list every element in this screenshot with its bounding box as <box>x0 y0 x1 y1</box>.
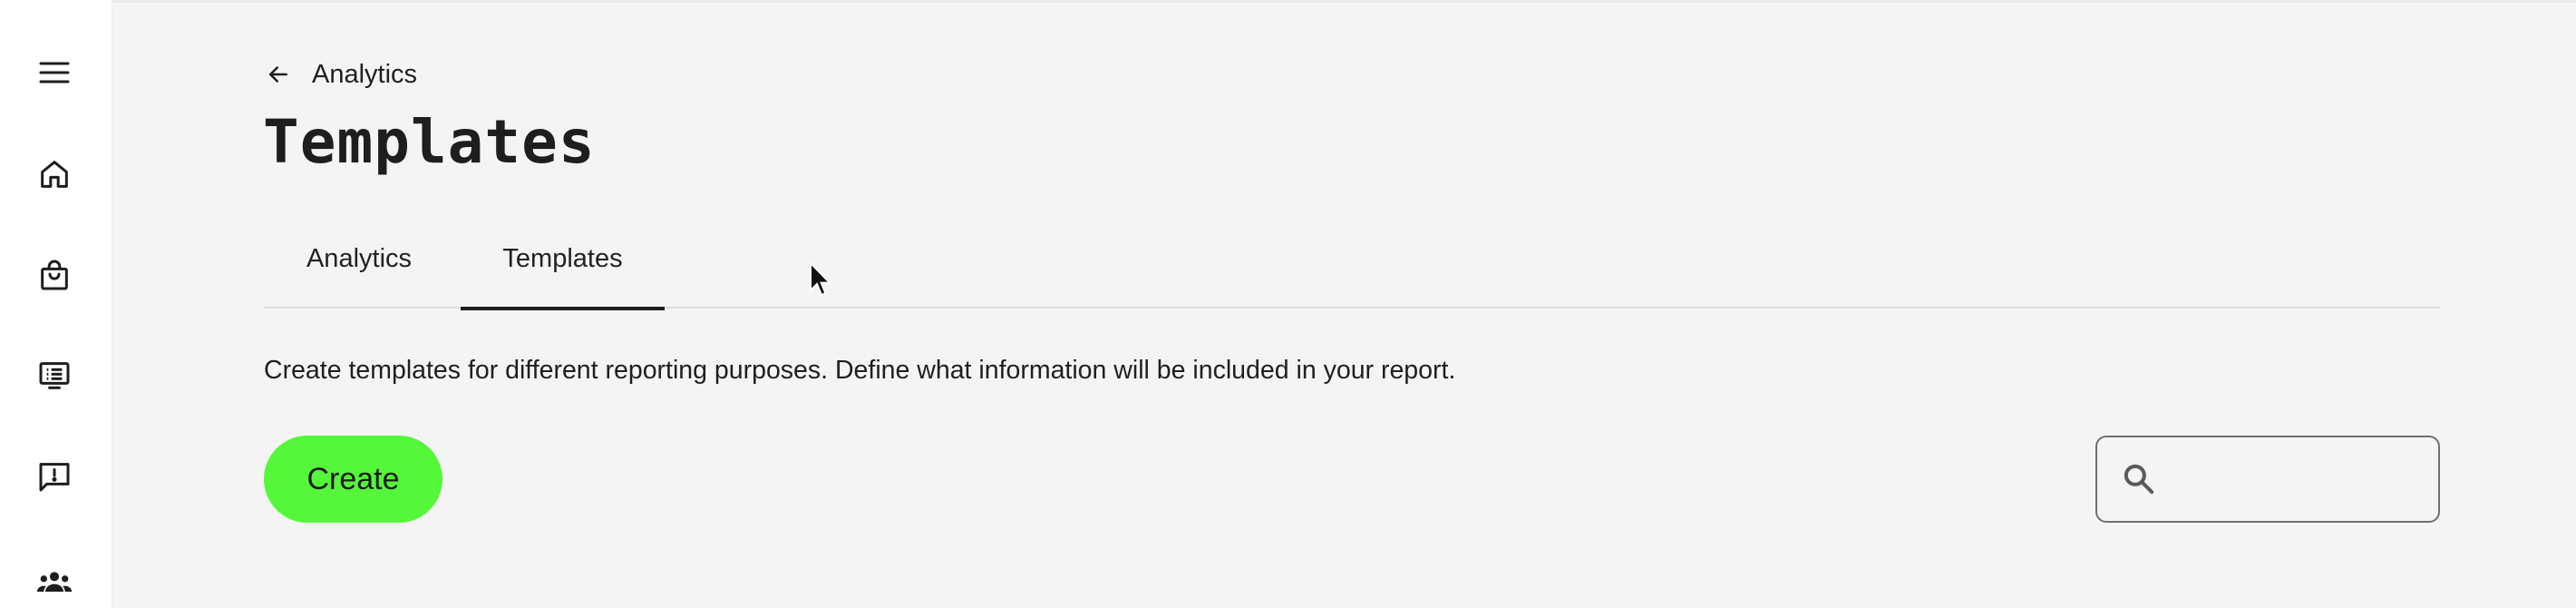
main-content: Analytics Templates Analytics Templates … <box>112 0 2576 608</box>
tab-analytics[interactable]: Analytics <box>264 234 454 309</box>
page-description: Create templates for different reporting… <box>264 356 1456 385</box>
page-title: Templates <box>263 107 596 177</box>
feedback-alert-icon[interactable] <box>34 456 74 496</box>
sidebar <box>0 0 112 608</box>
home-icon[interactable] <box>34 154 74 194</box>
mouse-cursor-icon <box>810 261 832 297</box>
tab-templates[interactable]: Templates <box>461 234 665 310</box>
breadcrumb[interactable]: Analytics <box>265 56 417 93</box>
app-window: Analytics Templates Analytics Templates … <box>0 0 2576 608</box>
breadcrumb-label: Analytics <box>312 59 418 89</box>
shopping-bag-icon[interactable] <box>34 255 74 295</box>
menu-icon[interactable] <box>34 53 74 93</box>
tab-templates-label: Templates <box>502 243 623 273</box>
create-button[interactable]: Create <box>264 436 442 523</box>
tab-bar: Analytics Templates <box>264 234 2440 310</box>
tab-analytics-label: Analytics <box>306 243 413 273</box>
list-document-icon[interactable] <box>34 356 74 396</box>
arrow-left-icon <box>269 66 287 83</box>
search-box[interactable] <box>2095 436 2493 523</box>
users-group-icon[interactable] <box>34 563 74 603</box>
search-input[interactable] <box>2166 452 2493 506</box>
search-icon <box>2121 459 2157 499</box>
